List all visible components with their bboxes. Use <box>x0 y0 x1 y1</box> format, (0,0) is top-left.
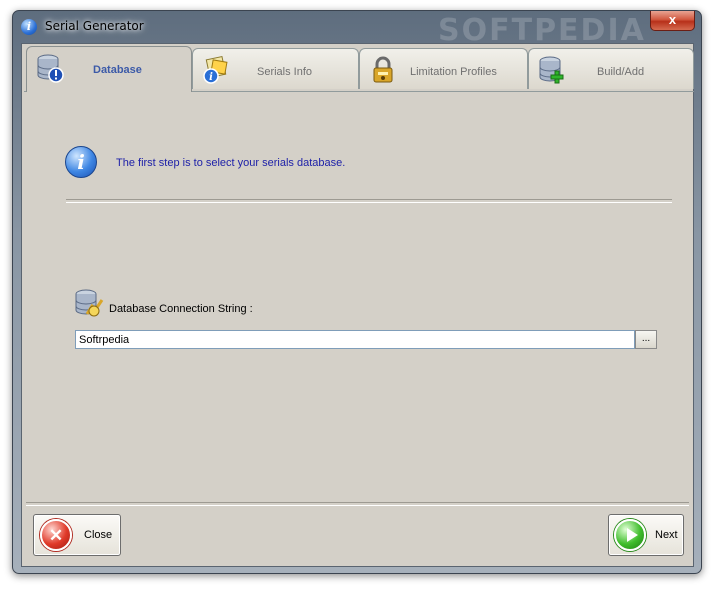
app-icon: i <box>21 19 37 35</box>
svg-text:i: i <box>209 72 213 83</box>
database-connection-icon <box>75 289 104 317</box>
tab-build-add[interactable]: Build/Add <box>528 48 694 89</box>
title-bar[interactable]: i Serial Generator SOFTPEDIA x <box>13 11 701 48</box>
separator-line <box>66 199 672 203</box>
close-button-label: Close <box>84 529 113 541</box>
serials-info-icon: i <box>203 55 228 84</box>
tab-limitation-profiles-label: Limitation Profiles <box>410 66 497 78</box>
database-add-icon <box>539 56 564 84</box>
next-arrow-icon <box>614 519 646 551</box>
client-area: Database i Serials Info Limitation Profi… <box>21 43 694 567</box>
tab-strip: Database i Serials Info Limitation Profi… <box>24 46 694 92</box>
connection-string-label: Database Connection String : <box>109 303 253 315</box>
next-button[interactable]: Next <box>608 514 684 556</box>
lock-profile-icon <box>373 56 393 83</box>
window-close-button[interactable]: x <box>650 11 695 31</box>
next-button-label: Next <box>655 529 678 541</box>
tab-serials-info-label: Serials Info <box>257 66 313 78</box>
connection-string-input[interactable] <box>75 330 635 349</box>
browse-button[interactable]: ... <box>635 330 657 349</box>
bottom-separator <box>26 502 689 506</box>
window-title: Serial Generator <box>45 19 144 33</box>
tab-limitation-profiles[interactable]: Limitation Profiles <box>359 48 528 89</box>
tab-serials-info[interactable]: i Serials Info <box>192 48 359 89</box>
app-window: i Serial Generator SOFTPEDIA x Database <box>12 10 702 574</box>
database-warning-icon <box>37 54 64 83</box>
tab-database-label: Database <box>93 64 142 76</box>
close-x-icon: ✕ <box>40 519 72 551</box>
info-message: The first step is to select your serials… <box>116 157 346 169</box>
tab-database[interactable]: Database <box>26 46 192 92</box>
close-button[interactable]: ✕ Close <box>33 514 121 556</box>
info-icon: i <box>65 146 97 178</box>
tab-build-add-label: Build/Add <box>597 66 645 78</box>
